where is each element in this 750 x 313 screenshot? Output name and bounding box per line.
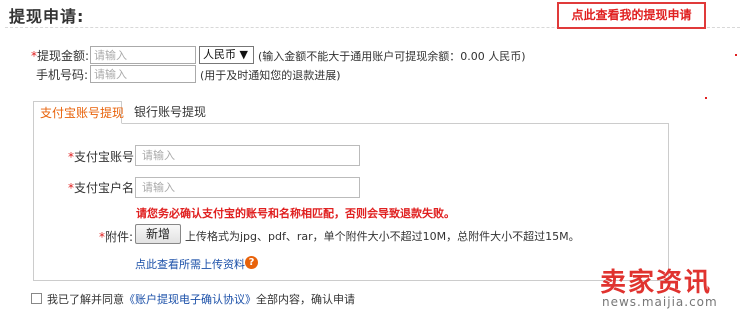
agreement-checkbox[interactable] [31,293,42,304]
help-icon[interactable]: ? [245,256,258,269]
phone-label: 手机号码: [36,68,89,82]
agreement-link[interactable]: 《账户提现电子确认协议》 [124,293,256,306]
agreement-prefix: 我已了解并同意 [47,293,124,306]
amount-label-text: 提现金额: [37,49,90,63]
alipay-account-label: *支付宝账号: [68,148,138,165]
amount-hint: (输入金额不能大于通用账户可提现余额：0.00 人民币) [258,50,526,63]
phone-input[interactable] [90,65,196,83]
agreement-text: 我已了解并同意《账户提现电子确认协议》全部内容，确认申请 [47,291,355,307]
view-my-withdrawals-button[interactable]: 点此查看我的提现申请 [557,2,706,29]
watermark-url: news.maijia.com [602,295,718,309]
amount-label: *提现金额: [31,47,89,64]
required-materials-link[interactable]: 点此查看所需上传资料 [135,256,245,272]
amount-input[interactable] [90,46,196,64]
decorative-dot [735,54,737,56]
account-match-warning: 请您务必确认支付宝的账号和名称相匹配，否则会导致退款失败。 [136,207,455,220]
alipay-account-input[interactable] [135,145,360,166]
attachment-label: *附件: [99,228,133,245]
tab-alipay-withdrawal[interactable]: 支付宝账号提现 [33,101,124,124]
agreement-suffix: 全部内容，确认申请 [256,293,355,306]
decorative-dot [705,97,707,99]
attachment-label-text: 附件: [105,230,134,244]
phone-hint: (用于及时通知您的退款进展) [200,69,341,82]
alipay-name-label: *支付宝户名: [68,179,138,196]
page-title: 提现申请: [9,7,85,26]
upload-format-hint: 上传格式为jpg、pdf、rar，单个附件大小不超过10M，总附件大小不超过15… [185,230,580,243]
watermark-logo-text: 卖家资讯 [600,268,713,298]
add-attachment-button[interactable]: 新增 [135,224,181,244]
currency-select[interactable]: 人民币 ▼ [199,46,254,64]
tab-bank-withdrawal[interactable]: 银行账号提现 [128,101,212,124]
alipay-name-label-text: 支付宝户名: [74,181,139,195]
site-watermark: 卖家资讯 news.maijia.com [600,262,748,312]
alipay-name-input[interactable] [135,177,360,198]
alipay-account-label-text: 支付宝账号: [74,150,139,164]
